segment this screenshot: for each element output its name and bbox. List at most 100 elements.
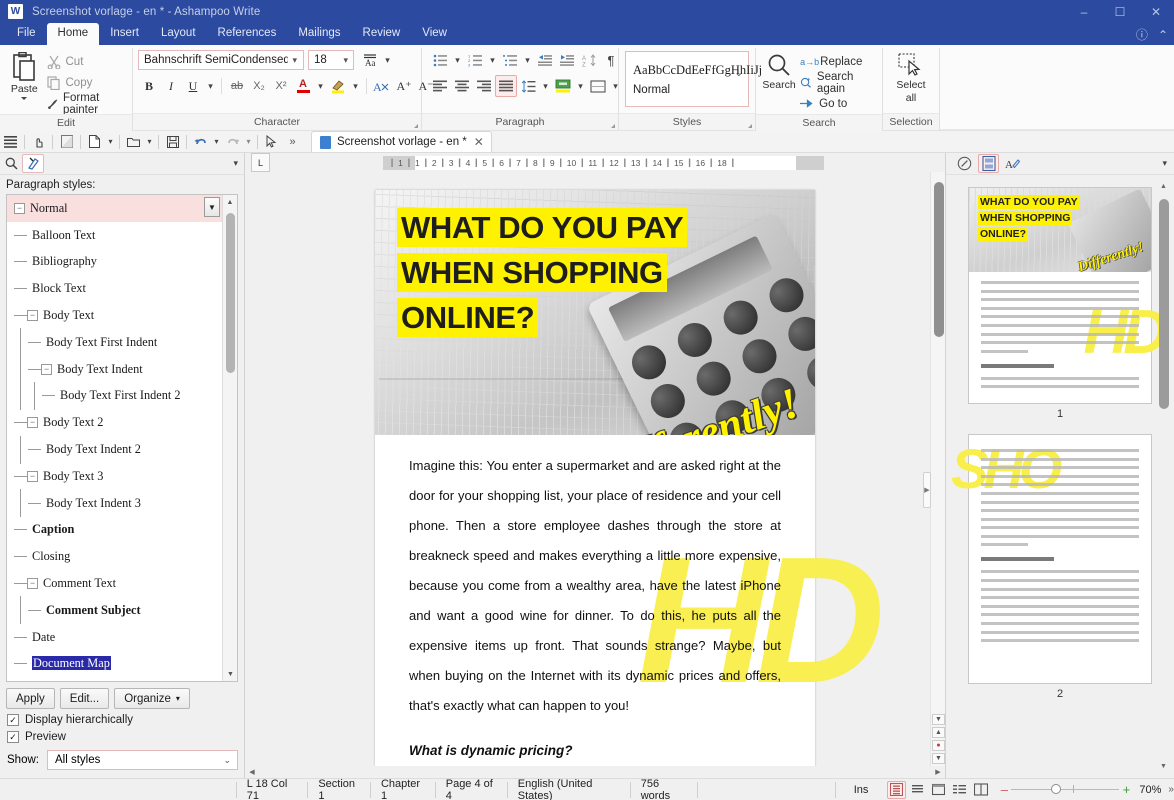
tree-collapse-toggle[interactable]: − xyxy=(41,363,52,375)
multilevel-caret-icon[interactable]: ▾ xyxy=(521,49,534,71)
paragraph-dialog-launcher[interactable] xyxy=(611,124,615,128)
multilevel-list-button[interactable] xyxy=(499,49,521,71)
paste-caret-icon[interactable] xyxy=(21,97,28,100)
document-vertical-scrollbar[interactable]: ▶ ▼ ▲ ● ▼ xyxy=(923,172,945,767)
align-right-button[interactable] xyxy=(473,75,495,97)
format-painter-button[interactable]: Format painter xyxy=(44,92,128,116)
clear-formatting-button[interactable]: A xyxy=(371,75,393,97)
numbering-caret-icon[interactable]: ▾ xyxy=(486,49,499,71)
next-object-icon[interactable]: ▼ xyxy=(932,753,945,765)
maximize-button[interactable]: ☐ xyxy=(1102,0,1138,23)
zoom-level-label[interactable]: 70% xyxy=(1139,784,1161,796)
bold-button[interactable]: B xyxy=(138,75,160,97)
italic-button[interactable]: I xyxy=(160,75,182,97)
edit-button[interactable]: Edit... xyxy=(59,688,110,709)
search-button[interactable]: Search xyxy=(761,49,797,91)
bullets-button[interactable] xyxy=(429,49,451,71)
tab-file[interactable]: File xyxy=(6,23,47,45)
open-folder-caret-icon[interactable]: ▾ xyxy=(144,132,155,152)
line-spacing-caret-icon[interactable]: ▾ xyxy=(539,75,552,97)
bullets-caret-icon[interactable]: ▾ xyxy=(451,49,464,71)
page-thumbnails-icon[interactable] xyxy=(978,154,999,173)
close-button[interactable]: ✕ xyxy=(1138,0,1174,23)
search-again-button[interactable]: Search again xyxy=(797,71,877,95)
minimize-button[interactable]: – xyxy=(1066,0,1102,23)
horizontal-ruler[interactable]: ❙ 1 ❙ 1 ❙ 2 ❙ 3 ❙ 4 ❙ 5 ❙ 6 ❙ 7 ❙ 8 ❙ 9 ❙ 10 ❙ 11 ❙ 12 ❙ 13 ❙ 14 ❙ 15 ❙ 1… xyxy=(383,155,824,170)
tree-collapse-toggle[interactable]: − xyxy=(27,578,38,590)
style-expand-caret-icon[interactable]: ⌄ xyxy=(735,68,743,79)
previous-object-icon[interactable]: ▲ xyxy=(932,727,945,739)
status-insert-mode[interactable]: Ins xyxy=(836,782,879,798)
scroll-down-icon[interactable]: ▼ xyxy=(223,667,237,681)
tree-collapse-toggle[interactable]: − xyxy=(14,202,25,214)
new-doc-icon[interactable] xyxy=(84,132,105,152)
menu-icon[interactable] xyxy=(0,132,21,152)
style-dropdown-button[interactable]: ▼ xyxy=(204,197,220,217)
styles-dialog-launcher[interactable] xyxy=(748,124,752,128)
tree-collapse-toggle[interactable]: − xyxy=(27,417,38,429)
status-word-count[interactable]: 756 words xyxy=(631,778,698,800)
zoom-in-button[interactable]: + xyxy=(1119,782,1133,797)
page-thumbnail-1[interactable]: WHAT DO YOU PAY WHEN SHOPPING ONLINE? Di… xyxy=(968,187,1168,404)
search-icon[interactable] xyxy=(0,154,22,174)
redo-icon[interactable] xyxy=(222,132,243,152)
horizontal-scroll-row[interactable]: ◀ ▶ xyxy=(245,766,945,778)
scrollbar-thumb[interactable] xyxy=(1159,199,1169,409)
outline-icon[interactable] xyxy=(950,781,969,799)
undo-caret-icon[interactable]: ▾ xyxy=(211,132,222,152)
web-layout-icon[interactable] xyxy=(929,781,948,799)
go-to-button[interactable]: Go to xyxy=(797,93,877,114)
preview-row[interactable]: ✓ Preview xyxy=(0,726,244,743)
zoom-track[interactable] xyxy=(1011,784,1120,794)
style-tree-item[interactable]: − Normal ▼ xyxy=(7,195,222,222)
line-spacing-button[interactable] xyxy=(517,75,539,97)
subscript-button[interactable]: X₂ xyxy=(248,75,270,97)
text-editor-icon[interactable]: A xyxy=(1002,154,1023,173)
tab-layout[interactable]: Layout xyxy=(150,23,207,45)
preview-checkbox[interactable]: ✓ xyxy=(7,731,19,743)
body-heading-1[interactable]: What is dynamic pricing? xyxy=(409,743,781,758)
new-doc-caret-icon[interactable]: ▾ xyxy=(105,132,116,152)
organize-button[interactable]: Organize ▾ xyxy=(114,688,190,709)
quick-access-overflow[interactable]: » xyxy=(282,132,303,152)
style-tree-item[interactable]: Body Text First Indent xyxy=(7,328,222,357)
style-tree-item[interactable]: Block Text xyxy=(7,275,222,302)
style-tree-item[interactable]: Body Text Indent 2 xyxy=(7,435,222,464)
strikethrough-button[interactable]: ab xyxy=(226,75,248,97)
browse-object-icon[interactable]: ● xyxy=(932,740,945,752)
thumbnails-panel-dropdown-icon[interactable]: ▾ xyxy=(1162,158,1167,169)
document-tab-close-icon[interactable]: ✕ xyxy=(473,135,485,149)
borders-button[interactable] xyxy=(587,75,609,97)
change-case-button[interactable]: Aa xyxy=(359,49,381,71)
page-thumbnail-2[interactable]: SHO xyxy=(951,433,1152,684)
font-name-combo[interactable]: Bahnschrift SemiCondensed ▾ xyxy=(138,50,304,70)
body-paragraph-1[interactable]: Imagine this: You enter a supermarket an… xyxy=(409,451,781,721)
style-tree-item[interactable]: Body Text First Indent 2 xyxy=(7,381,222,410)
justify-button[interactable] xyxy=(495,75,517,97)
full-screen-icon[interactable] xyxy=(908,781,927,799)
styles-panel-dropdown-icon[interactable]: ▾ xyxy=(233,158,238,169)
scroll-up-icon[interactable]: ▲ xyxy=(1160,183,1167,190)
page-view-icon[interactable] xyxy=(56,132,77,152)
touch-mode-icon[interactable] xyxy=(28,132,49,152)
thumbnails-list[interactable]: WHAT DO YOU PAY WHEN SHOPPING ONLINE? Di… xyxy=(946,175,1174,778)
style-tree-item[interactable]: Closing xyxy=(7,543,222,570)
font-color-caret-icon[interactable]: ▾ xyxy=(314,75,327,97)
style-tree-item[interactable]: − Body Text Indent xyxy=(7,355,222,384)
style-tree-item[interactable]: Body Text Indent 3 xyxy=(7,489,222,518)
split-pane-grip[interactable]: ▶ xyxy=(923,472,931,508)
style-tree-item[interactable]: Comment Subject xyxy=(7,596,222,625)
style-tree-item[interactable]: Caption xyxy=(7,517,222,544)
style-tree-item[interactable]: − Body Text 2 xyxy=(7,409,222,436)
style-tree-item[interactable]: − Body Text 3 xyxy=(7,463,222,490)
status-overflow-icon[interactable]: » xyxy=(1168,784,1174,795)
replace-button[interactable]: a→b Replace xyxy=(797,51,877,72)
styles-tree-scrollbar[interactable]: ▲ ▼ xyxy=(222,195,237,681)
display-hierarchically-checkbox[interactable]: ✓ xyxy=(7,714,19,726)
tab-view[interactable]: View xyxy=(411,23,458,45)
tab-stop-selector[interactable]: L xyxy=(251,153,270,172)
scroll-left-icon[interactable]: ◀ xyxy=(245,768,259,776)
apply-button[interactable]: Apply xyxy=(6,688,55,709)
page-body[interactable]: HD Imagine this: You enter a supermarket… xyxy=(375,435,885,766)
tab-references[interactable]: References xyxy=(207,23,288,45)
